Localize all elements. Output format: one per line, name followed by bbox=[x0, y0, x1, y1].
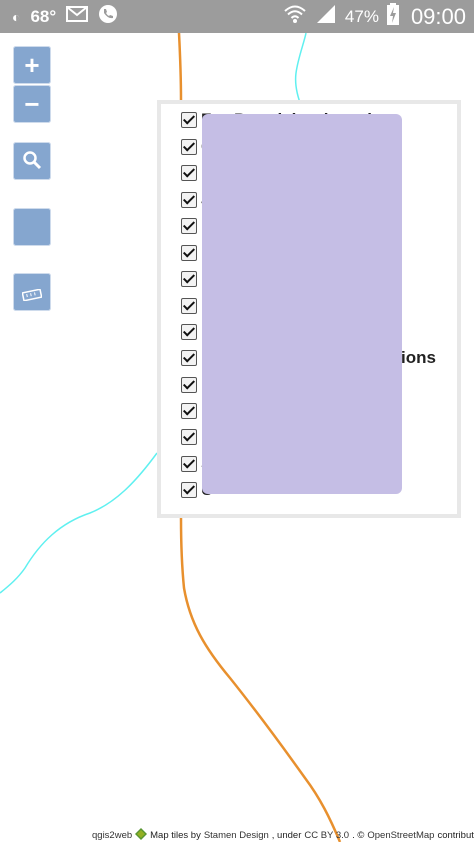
osm-link[interactable]: OpenStreetMap bbox=[367, 830, 434, 841]
qgis2web-logo-icon bbox=[135, 828, 148, 843]
battery-charging-icon bbox=[386, 3, 399, 30]
geolocate-button[interactable] bbox=[13, 208, 51, 246]
license-link[interactable]: CC BY 3.0 bbox=[304, 830, 349, 841]
layer-checkbox[interactable] bbox=[181, 482, 197, 498]
layer-checkbox[interactable] bbox=[181, 139, 197, 155]
attribution-text: contributors. bbox=[437, 830, 474, 841]
temperature: 68° bbox=[30, 6, 57, 26]
river-line-west bbox=[0, 452, 158, 594]
layer-checkbox[interactable] bbox=[181, 377, 197, 393]
redaction-overlay bbox=[202, 114, 402, 494]
battery-percent: 47% bbox=[344, 6, 379, 26]
road-line-north bbox=[177, 33, 183, 101]
layer-checkbox[interactable] bbox=[181, 271, 197, 287]
map-attribution: qgis2web Map tiles by Stamen Design , un… bbox=[92, 828, 474, 843]
river-line bbox=[294, 33, 307, 109]
status-left: ◐ 68° bbox=[12, 4, 118, 29]
layer-checkbox[interactable] bbox=[181, 298, 197, 314]
layer-checkbox[interactable] bbox=[181, 245, 197, 261]
layer-label-suffix: ions bbox=[401, 348, 436, 367]
zoom-in-button[interactable]: + bbox=[13, 46, 51, 84]
status-right: 47% 09:00 bbox=[283, 0, 466, 33]
stamen-link[interactable]: Stamen Design bbox=[204, 830, 269, 841]
layer-checkbox[interactable] bbox=[181, 456, 197, 472]
layer-checkbox[interactable] bbox=[181, 350, 197, 366]
clock: 09:00 bbox=[410, 3, 466, 29]
ruler-icon bbox=[21, 277, 43, 308]
signal-icon bbox=[315, 4, 337, 29]
attribution-text: . © bbox=[352, 830, 365, 841]
wifi-icon bbox=[283, 4, 307, 29]
zoom-out-button[interactable]: − bbox=[13, 85, 51, 123]
layer-checkbox[interactable] bbox=[181, 403, 197, 419]
layer-checkbox[interactable] bbox=[181, 165, 197, 181]
mail-icon bbox=[66, 6, 89, 27]
search-button[interactable] bbox=[13, 142, 51, 180]
attribution-text: Map tiles by bbox=[150, 830, 201, 841]
search-icon bbox=[22, 146, 42, 177]
layer-checkbox[interactable] bbox=[181, 192, 197, 208]
layer-checkbox[interactable] bbox=[181, 429, 197, 445]
road-line-south bbox=[179, 517, 342, 842]
attribution-text: , under bbox=[271, 830, 302, 841]
layer-checkbox[interactable] bbox=[181, 218, 197, 234]
status-bar: ◐ 68° 47% 09:00 bbox=[0, 0, 474, 33]
phone-call-icon bbox=[98, 4, 118, 29]
layer-checkbox[interactable] bbox=[181, 112, 197, 128]
qgis2web-link[interactable]: qgis2web bbox=[92, 830, 132, 841]
measure-button[interactable] bbox=[13, 273, 51, 311]
weather-icon: ◐ bbox=[12, 8, 21, 25]
layer-checkbox[interactable] bbox=[181, 324, 197, 340]
